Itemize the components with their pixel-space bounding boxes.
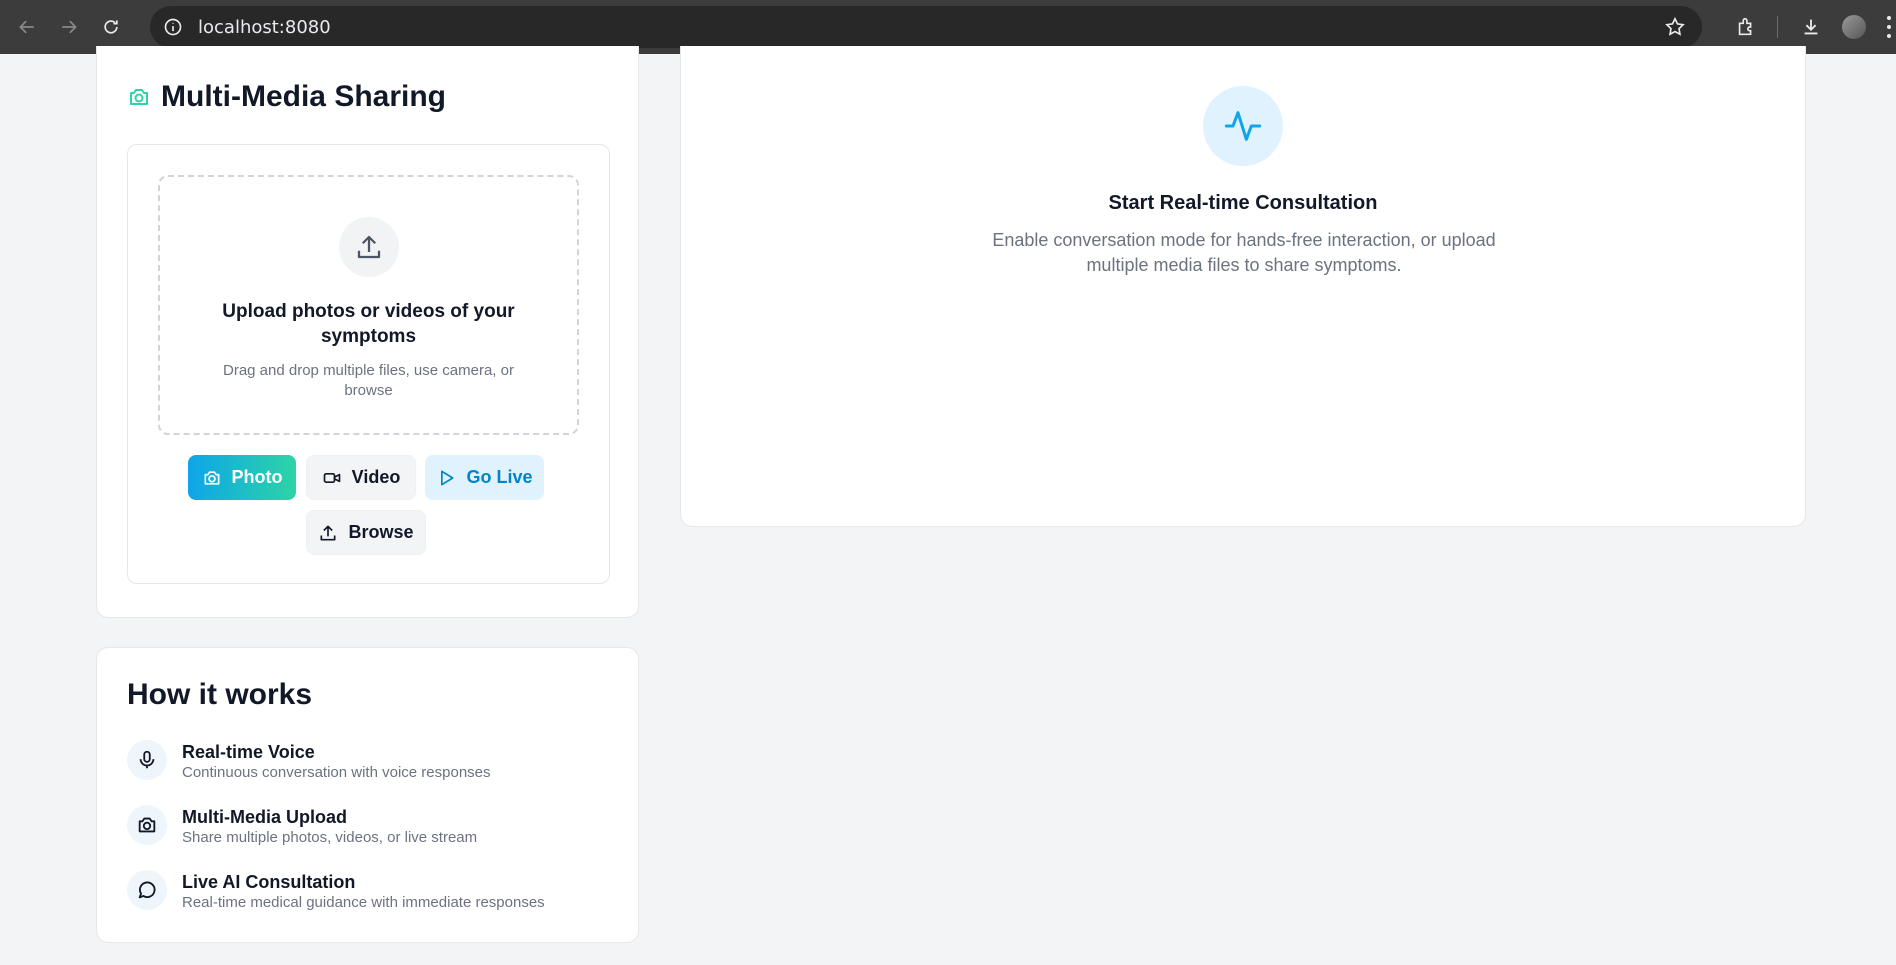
chat-bubble-icon [127,870,167,910]
how-it-works-title: How it works [127,678,313,711]
address-bar[interactable]: localhost:8080 [150,6,1702,48]
go-live-button[interactable]: Go Live [425,455,544,500]
back-button[interactable] [12,12,42,42]
arrow-left-icon [19,20,34,34]
forward-button[interactable] [54,12,84,42]
file-dropzone[interactable]: Upload photos or videos of your symptoms… [158,175,579,435]
how-it-works-card: How it works Real-time Voice Continuous … [96,647,639,943]
browse-button-label: Browse [348,522,414,542]
consultation-card: Start Real-time Consultation Enable conv… [680,46,1806,527]
media-card-header: Multi-Media Sharing [127,80,446,114]
photo-button[interactable]: Photo [188,455,296,500]
multimedia-sharing-card: Multi-Media Sharing Upload photos or vid… [96,46,639,618]
upload-panel: Upload photos or videos of your symptoms… [127,144,610,584]
feature-subtitle: Continuous conversation with voice respo… [182,764,491,781]
browse-button[interactable]: Browse [306,510,426,555]
extensions-icon[interactable] [1733,14,1759,40]
upload-icon [357,235,380,259]
video-camera-icon [323,472,340,483]
photo-button-label: Photo [231,467,283,487]
feature-subtitle: Share multiple photos, videos, or live s… [182,829,478,846]
camera-icon [204,470,219,485]
feature-title: Real-time Voice [182,742,315,762]
feature-title: Multi-Media Upload [182,807,347,827]
feature-subtitle: Real-time medical guidance with immediat… [182,894,545,911]
feature-item-multimedia-upload: Multi-Media Upload Share multiple photos… [127,805,607,855]
video-button[interactable]: Video [306,455,416,500]
play-icon [441,470,454,485]
upload-icon-circle [338,217,399,277]
camera-icon [127,805,167,845]
dropzone-title: Upload photos or videos of your symptoms [222,301,515,347]
media-card-title: Multi-Media Sharing [161,80,446,113]
feature-item-live-ai-consultation: Live AI Consultation Real-time medical g… [127,870,607,920]
upload-icon [320,525,336,540]
arrow-right-icon [62,20,77,34]
url-text: localhost:8080 [198,16,331,38]
go-live-button-label: Go Live [466,467,533,487]
consultation-title: Start Real-time Consultation [1108,192,1378,214]
dropzone-subtitle: Drag and drop multiple files, use camera… [223,362,514,399]
activity-icon-circle [1203,86,1283,166]
reload-icon [104,20,118,34]
feature-item-realtime-voice: Real-time Voice Continuous conversation … [127,740,607,790]
download-icon[interactable] [1798,14,1824,40]
camera-icon [130,89,148,105]
toolbar-divider [1777,16,1778,38]
site-info-icon[interactable] [162,16,184,38]
reload-button[interactable] [96,12,126,42]
activity-pulse-icon [1224,111,1262,141]
bookmark-star-icon[interactable] [1664,16,1686,38]
consultation-subtitle: Enable conversation mode for hands-free … [992,230,1496,275]
feature-title: Live AI Consultation [182,872,356,892]
video-button-label: Video [351,467,401,487]
microphone-icon [127,740,167,780]
profile-avatar[interactable] [1842,15,1866,39]
browser-menu-icon[interactable] [1886,16,1892,38]
